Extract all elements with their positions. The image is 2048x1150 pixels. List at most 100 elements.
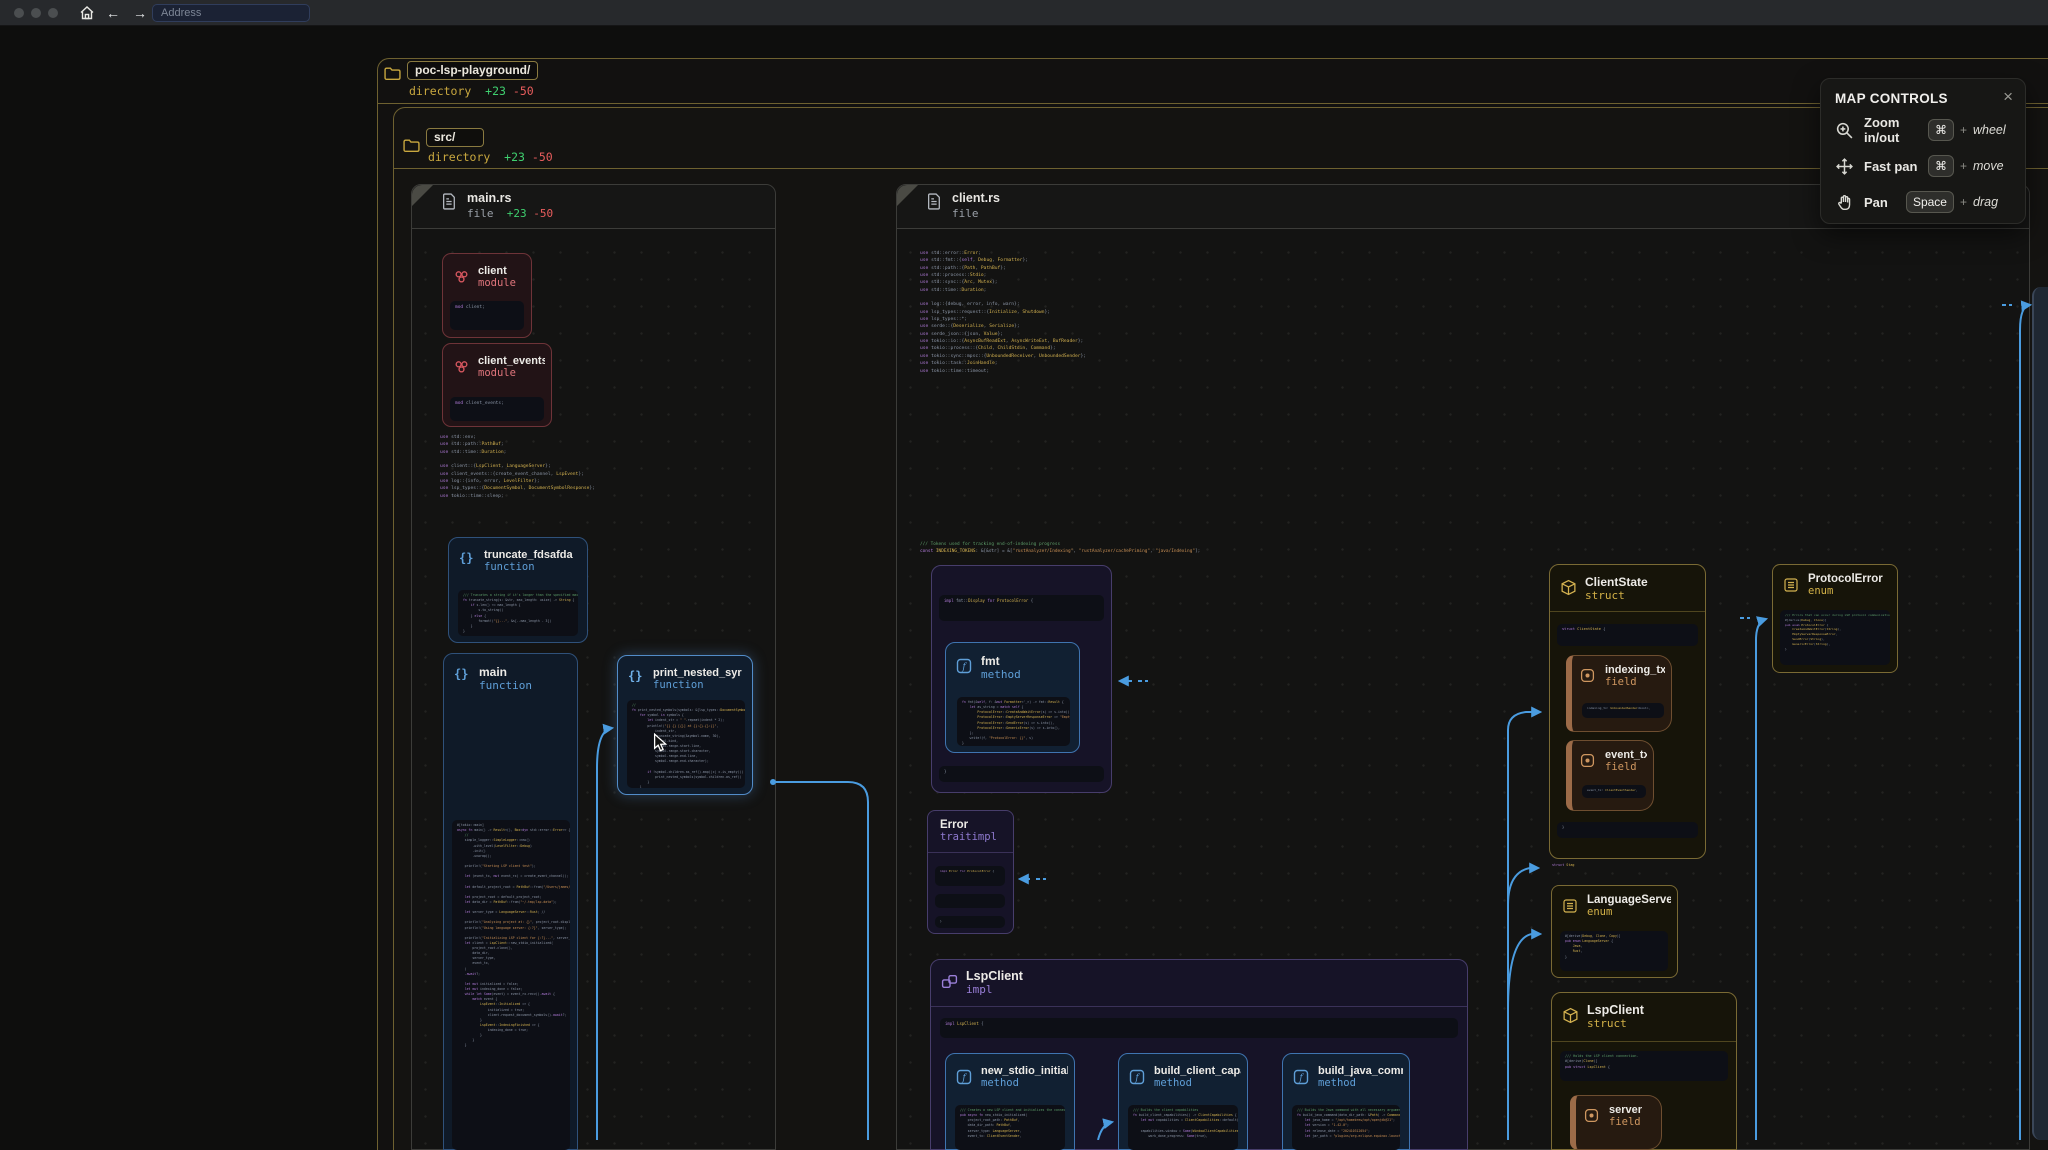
address-input[interactable] (152, 4, 310, 22)
node-kind: module (478, 277, 516, 289)
node-kind: traitimpl (940, 831, 997, 843)
svg-text:f: f (1134, 1074, 1140, 1084)
enum-icon (1783, 577, 1800, 594)
field-node-indexing-tx[interactable]: indexing_tx field (1566, 655, 1672, 732)
impl-icon (941, 973, 958, 990)
field-node-event-tx[interactable]: event_tx field (1566, 740, 1654, 811)
zoom-icon (1835, 121, 1854, 140)
code-const-tokens: /// Tokens used for tracking end-of-inde… (920, 541, 1560, 557)
window-control-dot[interactable] (31, 8, 41, 18)
struct-icon (1562, 1007, 1579, 1024)
divider (393, 168, 2048, 169)
node-kind: struct (1585, 589, 1648, 602)
close-icon[interactable]: × (2003, 87, 2013, 107)
code-snippet: } (939, 766, 1104, 782)
code-use-statements-main: use std::env;use std::path::PathBuf;use … (440, 434, 740, 526)
node-kind: module (478, 367, 545, 379)
node-kind: field (1609, 1116, 1642, 1128)
file-meta: file (952, 207, 979, 220)
node-title: fmt (981, 654, 1021, 668)
forward-icon[interactable]: → (133, 4, 147, 22)
code-snippet (935, 894, 1005, 908)
code-snippet: fn fmt(&self, f: &mut Formatter<'_>) -> … (957, 697, 1070, 746)
back-icon[interactable]: ← (106, 4, 120, 22)
file-icon (442, 193, 457, 215)
code-snippet: /// Holds the LSP client connection.#[de… (1560, 1051, 1728, 1081)
directory-name-root[interactable]: poc-lsp-playground/ (407, 61, 538, 80)
added-count: +23 (485, 84, 506, 98)
field-icon (1584, 1108, 1601, 1125)
code-snippet: impl LspClient { (940, 1018, 1458, 1038)
node-kind: method (1154, 1077, 1241, 1089)
cmd-keycap: ⌘ (1928, 119, 1954, 141)
code-snippet: } (935, 916, 1005, 928)
offscreen-node-edge[interactable] (2032, 287, 2048, 1140)
node-kind: struct (1587, 1017, 1644, 1030)
window-control-dot[interactable] (48, 8, 58, 18)
added-count: +23 (504, 150, 525, 164)
node-kind: method (981, 668, 1021, 681)
code-snippet: //fn print_nested_symbols(symbols: &[lsp… (627, 700, 745, 788)
window-control-dot[interactable] (14, 8, 24, 18)
folder-icon (384, 66, 401, 86)
braces-icon: {} (454, 667, 471, 684)
code-snippet: } (1557, 822, 1698, 838)
file-title: main.rs (467, 191, 511, 205)
node-title: print_nested_syr (653, 667, 742, 679)
move-icon (1835, 157, 1854, 176)
node-title: Error (940, 819, 997, 831)
file-title: client.rs (952, 191, 1000, 205)
code-snippet: impl Error for ProtocolError { (935, 866, 1005, 886)
window-titlebar: ← → (0, 0, 2048, 26)
module-icon (453, 359, 470, 376)
code-snippet: #[derive(Debug, Clone, Copy)]pub enum La… (1560, 931, 1668, 971)
node-title: client_events (478, 355, 545, 367)
code-snippet: /// Creates a new LSP client and initial… (955, 1105, 1065, 1150)
home-icon[interactable] (78, 4, 96, 27)
braces-icon: {} (628, 669, 645, 686)
code-snippet: mod client_events; (450, 397, 544, 421)
code-snippet: impl fmt::Display for ProtocolError { (939, 595, 1104, 621)
node-kind: field (1605, 761, 1647, 773)
code-snippet: indexing_tx: UnboundedSender<bool>, (1582, 703, 1664, 718)
node-kind: method (981, 1077, 1068, 1089)
fold-corner (897, 185, 918, 206)
module-icon (453, 269, 470, 286)
braces-icon: {} (459, 551, 476, 568)
code-snippet: /// Truncates a string if it's longer th… (458, 590, 578, 636)
removed-count: -50 (532, 150, 553, 164)
node-kind: function (484, 561, 573, 573)
code-snippet: struct ClientState { (1557, 624, 1698, 646)
code-snippet: /// Builds the client capabilitiesfn bui… (1128, 1105, 1238, 1150)
node-kind: method (1318, 1077, 1403, 1089)
file-icon (927, 193, 942, 215)
field-icon (1580, 668, 1597, 685)
node-title: ProtocolError (1808, 573, 1883, 585)
svg-text:f: f (961, 663, 967, 673)
file-meta: file +23 -50 (467, 207, 553, 220)
field-node-server[interactable]: server field (1570, 1095, 1662, 1150)
cmd-keycap: ⌘ (1928, 155, 1954, 177)
node-title: main (479, 665, 532, 679)
node-title: LspClient (1587, 1003, 1644, 1017)
method-icon: f (1293, 1069, 1310, 1086)
map-controls-panel: MAP CONTROLS × Zoom in/out ⌘ + wheel Fas… (1820, 78, 2026, 224)
directory-name-src[interactable]: src/ (426, 128, 484, 147)
hand-icon (1835, 193, 1854, 212)
directory-meta-root: directory +23 -50 (409, 84, 534, 98)
method-icon: f (1129, 1069, 1146, 1086)
node-title: LanguageServer (1587, 894, 1671, 906)
code-fragment: struct Stag (1552, 863, 1612, 871)
map-controls-row-zoom: Zoom in/out ⌘ + wheel (1835, 117, 2013, 143)
node-title: event_tx (1605, 749, 1647, 761)
code-use-statements-client: use std::error::Error;use std::fmt::{sel… (920, 250, 1340, 462)
node-kind: field (1605, 676, 1665, 688)
code-snippet: /// Errors that can occur during LSP pro… (1780, 610, 1890, 665)
node-kind: function (653, 679, 742, 691)
code-snippet: /// Builds the Java command with all nec… (1292, 1105, 1400, 1150)
code-snippet: mod client; (450, 301, 524, 330)
node-title: indexing_tx (1605, 664, 1665, 676)
node-title: build_java_comn (1318, 1065, 1403, 1077)
method-icon: f (956, 1069, 973, 1086)
node-kind: enum (1808, 585, 1883, 597)
